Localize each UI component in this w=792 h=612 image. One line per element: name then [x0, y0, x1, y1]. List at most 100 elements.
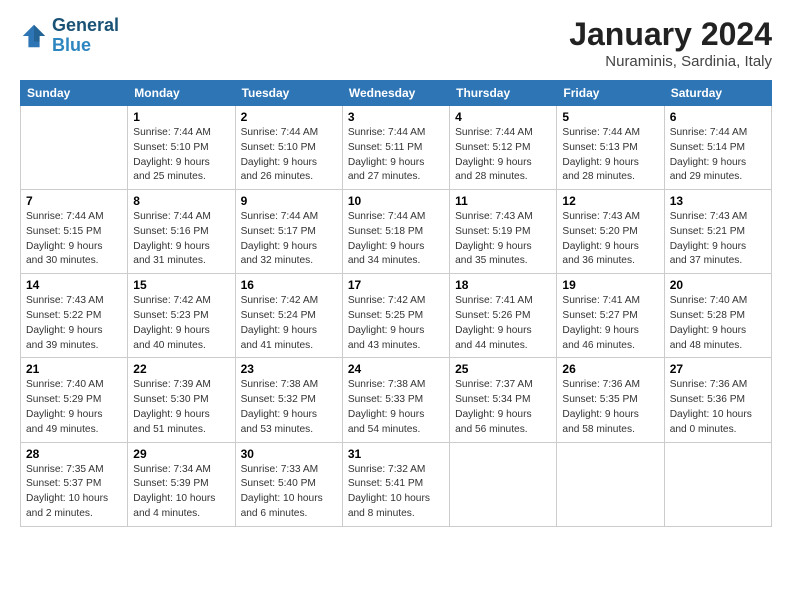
calendar-table: SundayMondayTuesdayWednesdayThursdayFrid…: [20, 80, 772, 527]
calendar-cell: 5Sunrise: 7:44 AM Sunset: 5:13 PM Daylig…: [557, 106, 664, 190]
day-header-wednesday: Wednesday: [342, 81, 449, 106]
calendar-cell: 29Sunrise: 7:34 AM Sunset: 5:39 PM Dayli…: [128, 442, 235, 526]
day-number: 19: [562, 278, 658, 292]
day-header-friday: Friday: [557, 81, 664, 106]
day-number: 25: [455, 362, 551, 376]
day-number: 1: [133, 110, 229, 124]
day-number: 14: [26, 278, 122, 292]
calendar-cell: 9 Sunrise: 7:44 AM Sunset: 5:17 PM Daylig…: [235, 190, 342, 274]
day-info: Sunrise: 7:44 AM Sunset: 5:10 PM Dayligh…: [241, 126, 337, 185]
day-info: Sunrise: 7:44 AM Sunset: 5:12 PM Dayligh…: [455, 126, 551, 185]
calendar-cell: 3 Sunrise: 7:44 AM Sunset: 5:11 PM Daylig…: [342, 106, 449, 190]
calendar-cell: 16Sunrise: 7:42 AM Sunset: 5:24 PM Dayli…: [235, 274, 342, 358]
day-info: Sunrise: 7:43 AM Sunset: 5:21 PM Dayligh…: [670, 210, 766, 269]
week-row-2: 7Sunrise: 7:44 AM Sunset: 5:15 PM Daylig…: [21, 190, 772, 274]
day-header-sunday: Sunday: [21, 81, 128, 106]
day-info: Sunrise: 7:34 AM Sunset: 5:39 PM Dayligh…: [133, 463, 229, 522]
calendar-cell: 21 Sunrise: 7:40 AM Sunset: 5:29 PM Dayli…: [21, 358, 128, 442]
calendar-cell: 28Sunrise: 7:35 AM Sunset: 5:37 PM Dayli…: [21, 442, 128, 526]
day-info: Sunrise: 7:43 AM Sunset: 5:22 PM Dayligh…: [26, 294, 122, 353]
calendar-cell: 1 Sunrise: 7:44 AM Sunset: 5:10 PM Daylig…: [128, 106, 235, 190]
day-info: Sunrise: 7:44 AM Sunset: 5:11 PM Dayligh…: [348, 126, 444, 185]
calendar-cell: 8Sunrise: 7:44 AM Sunset: 5:16 PM Daylig…: [128, 190, 235, 274]
day-info: Sunrise: 7:44 AM Sunset: 5:18 PM Dayligh…: [348, 210, 444, 269]
calendar-cell: 4 Sunrise: 7:44 AM Sunset: 5:12 PM Daylig…: [450, 106, 557, 190]
day-header-tuesday: Tuesday: [235, 81, 342, 106]
day-number: 17: [348, 278, 444, 292]
calendar-cell: [21, 106, 128, 190]
title-block: January 2024 Nuraminis, Sardinia, Italy: [569, 16, 772, 70]
logo-text: General Blue: [52, 16, 119, 56]
day-number: 21: [26, 362, 122, 376]
day-info: Sunrise: 7:36 AM Sunset: 5:36 PM Dayligh…: [670, 378, 766, 437]
day-header-thursday: Thursday: [450, 81, 557, 106]
day-info: Sunrise: 7:38 AM Sunset: 5:33 PM Dayligh…: [348, 378, 444, 437]
day-info: Sunrise: 7:42 AM Sunset: 5:24 PM Dayligh…: [241, 294, 337, 353]
calendar-cell: 10Sunrise: 7:44 AM Sunset: 5:18 PM Dayli…: [342, 190, 449, 274]
day-number: 23: [241, 362, 337, 376]
day-number: 30: [241, 447, 337, 461]
calendar-cell: 17 Sunrise: 7:42 AM Sunset: 5:25 PM Dayli…: [342, 274, 449, 358]
day-number: 12: [562, 194, 658, 208]
day-header-saturday: Saturday: [664, 81, 771, 106]
day-number: 18: [455, 278, 551, 292]
calendar-cell: 22 Sunrise: 7:39 AM Sunset: 5:30 PM Dayli…: [128, 358, 235, 442]
calendar-cell: 2 Sunrise: 7:44 AM Sunset: 5:10 PM Daylig…: [235, 106, 342, 190]
calendar-cell: 11Sunrise: 7:43 AM Sunset: 5:19 PM Dayli…: [450, 190, 557, 274]
calendar-cell: 19Sunrise: 7:41 AM Sunset: 5:27 PM Dayli…: [557, 274, 664, 358]
location: Nuraminis, Sardinia, Italy: [569, 53, 772, 70]
calendar-cell: 18Sunrise: 7:41 AM Sunset: 5:26 PM Dayli…: [450, 274, 557, 358]
calendar-cell: [664, 442, 771, 526]
day-info: Sunrise: 7:36 AM Sunset: 5:35 PM Dayligh…: [562, 378, 658, 437]
day-number: 4: [455, 110, 551, 124]
day-header-monday: Monday: [128, 81, 235, 106]
day-info: Sunrise: 7:44 AM Sunset: 5:15 PM Dayligh…: [26, 210, 122, 269]
day-number: 13: [670, 194, 766, 208]
day-number: 24: [348, 362, 444, 376]
header: General Blue January 2024 Nuraminis, Sar…: [20, 16, 772, 70]
day-number: 27: [670, 362, 766, 376]
day-number: 22: [133, 362, 229, 376]
day-info: Sunrise: 7:44 AM Sunset: 5:13 PM Dayligh…: [562, 126, 658, 185]
day-info: Sunrise: 7:44 AM Sunset: 5:14 PM Dayligh…: [670, 126, 766, 185]
page: General Blue January 2024 Nuraminis, Sar…: [0, 0, 792, 612]
week-row-3: 14 Sunrise: 7:43 AM Sunset: 5:22 PM Dayli…: [21, 274, 772, 358]
day-info: Sunrise: 7:33 AM Sunset: 5:40 PM Dayligh…: [241, 463, 337, 522]
day-number: 6: [670, 110, 766, 124]
day-info: Sunrise: 7:42 AM Sunset: 5:25 PM Dayligh…: [348, 294, 444, 353]
calendar-cell: [557, 442, 664, 526]
calendar-cell: [450, 442, 557, 526]
calendar-cell: 27 Sunrise: 7:36 AM Sunset: 5:36 PM Dayli…: [664, 358, 771, 442]
day-info: Sunrise: 7:35 AM Sunset: 5:37 PM Dayligh…: [26, 463, 122, 522]
calendar-cell: 25Sunrise: 7:37 AM Sunset: 5:34 PM Dayli…: [450, 358, 557, 442]
day-info: Sunrise: 7:44 AM Sunset: 5:16 PM Dayligh…: [133, 210, 229, 269]
day-info: Sunrise: 7:40 AM Sunset: 5:29 PM Dayligh…: [26, 378, 122, 437]
calendar-cell: 6 Sunrise: 7:44 AM Sunset: 5:14 PM Daylig…: [664, 106, 771, 190]
day-info: Sunrise: 7:42 AM Sunset: 5:23 PM Dayligh…: [133, 294, 229, 353]
calendar-cell: 23Sunrise: 7:38 AM Sunset: 5:32 PM Dayli…: [235, 358, 342, 442]
month-year: January 2024: [569, 16, 772, 53]
day-number: 11: [455, 194, 551, 208]
logo-line2: Blue: [52, 36, 119, 56]
day-number: 15: [133, 278, 229, 292]
logo: General Blue: [20, 16, 119, 56]
day-info: Sunrise: 7:43 AM Sunset: 5:20 PM Dayligh…: [562, 210, 658, 269]
day-number: 26: [562, 362, 658, 376]
calendar-cell: 26 Sunrise: 7:36 AM Sunset: 5:35 PM Dayli…: [557, 358, 664, 442]
week-row-5: 28Sunrise: 7:35 AM Sunset: 5:37 PM Dayli…: [21, 442, 772, 526]
day-info: Sunrise: 7:44 AM Sunset: 5:10 PM Dayligh…: [133, 126, 229, 185]
calendar-header-row: SundayMondayTuesdayWednesdayThursdayFrid…: [21, 81, 772, 106]
day-number: 2: [241, 110, 337, 124]
day-number: 3: [348, 110, 444, 124]
calendar-cell: 13 Sunrise: 7:43 AM Sunset: 5:21 PM Dayli…: [664, 190, 771, 274]
calendar-cell: 24 Sunrise: 7:38 AM Sunset: 5:33 PM Dayli…: [342, 358, 449, 442]
day-number: 9: [241, 194, 337, 208]
calendar-cell: 15 Sunrise: 7:42 AM Sunset: 5:23 PM Dayli…: [128, 274, 235, 358]
calendar-cell: 31Sunrise: 7:32 AM Sunset: 5:41 PM Dayli…: [342, 442, 449, 526]
day-info: Sunrise: 7:44 AM Sunset: 5:17 PM Dayligh…: [241, 210, 337, 269]
calendar-cell: 30 Sunrise: 7:33 AM Sunset: 5:40 PM Dayli…: [235, 442, 342, 526]
day-info: Sunrise: 7:40 AM Sunset: 5:28 PM Dayligh…: [670, 294, 766, 353]
week-row-4: 21 Sunrise: 7:40 AM Sunset: 5:29 PM Dayli…: [21, 358, 772, 442]
day-number: 20: [670, 278, 766, 292]
day-info: Sunrise: 7:39 AM Sunset: 5:30 PM Dayligh…: [133, 378, 229, 437]
